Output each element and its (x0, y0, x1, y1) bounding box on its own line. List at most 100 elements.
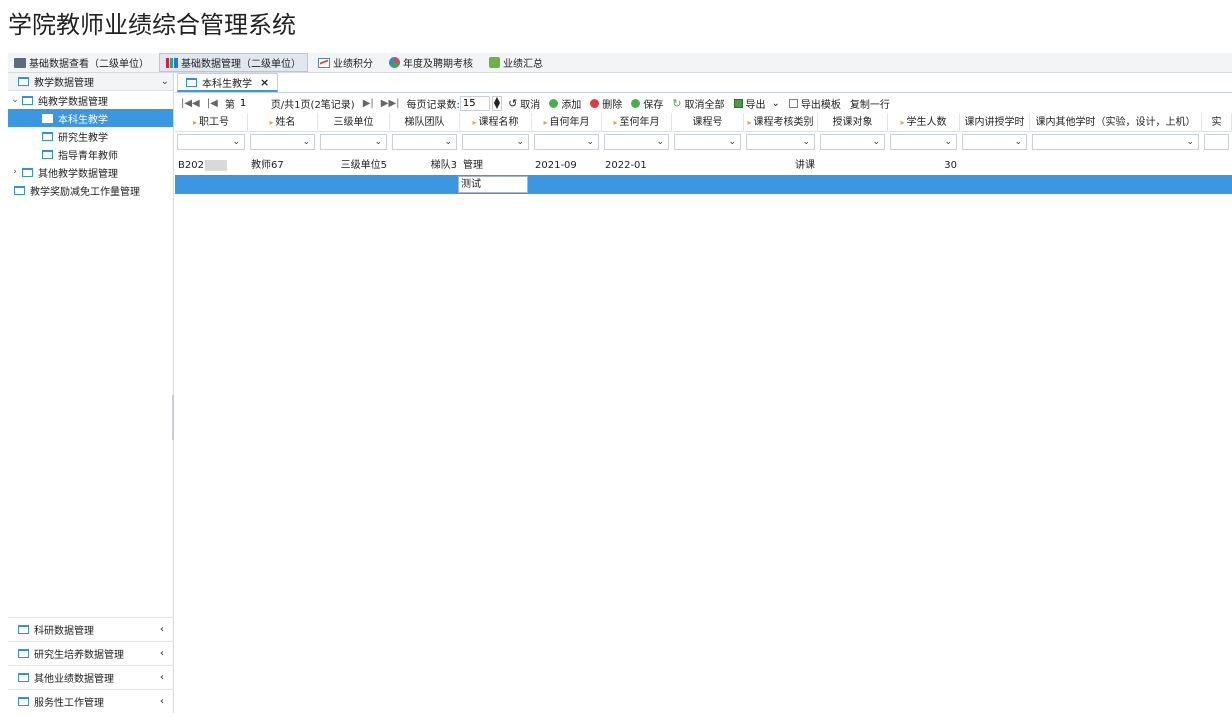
table-cell[interactable] (1202, 156, 1232, 175)
chevron-right-icon[interactable]: › (10, 167, 20, 177)
column-header[interactable]: 三级单位 (318, 113, 390, 132)
last-page-icon[interactable]: ▶▶| (381, 98, 400, 109)
puzzle-icon (489, 57, 500, 68)
tree-item-label: 指导青年教师 (58, 150, 118, 162)
filter-select[interactable]: ⌄ (250, 134, 315, 150)
export-template-button[interactable]: 导出模板 (788, 96, 841, 111)
spinner-icon[interactable]: ▲ ▼ (491, 95, 503, 111)
filter-select[interactable] (1204, 134, 1229, 150)
table-cell[interactable]: 30 (888, 156, 960, 175)
table-cell[interactable] (672, 156, 744, 175)
tree-item-guide-young-teacher[interactable]: 指导青年教师 (8, 145, 173, 163)
per-page-input[interactable] (459, 95, 490, 111)
column-header[interactable]: ▸ 姓名 (248, 113, 318, 132)
tree-item-teaching-reward[interactable]: 教学奖励减免工作量管理 (8, 181, 173, 199)
filter-select[interactable]: ⌄ (604, 134, 669, 150)
cancel-label: 取消 (520, 99, 541, 111)
required-marker-icon: ▸ (472, 118, 477, 127)
folder-icon (22, 167, 33, 177)
table-cell[interactable] (960, 156, 1030, 175)
filter-select[interactable]: ⌄ (1032, 134, 1199, 150)
page-number-input[interactable] (236, 95, 267, 111)
menu-basic-data-view[interactable]: 基础数据查看（二级单位） (8, 53, 155, 73)
table-cell[interactable]: 管理 (460, 156, 532, 175)
column-header-label: 课程考核类别 (753, 117, 814, 128)
menu-basic-data-manage[interactable]: 基础数据管理（二级单位） (159, 53, 308, 72)
menu-performance-points[interactable]: 业绩积分 (312, 53, 379, 73)
chevron-down-icon: ⌄ (944, 137, 952, 147)
sidebar-header[interactable]: 教学数据管理 ⌄ (8, 73, 173, 91)
table-cell[interactable]: 2021-09 (532, 156, 602, 175)
column-header[interactable]: ▸ 自何年月 (532, 113, 602, 132)
tree-item-pure-teaching[interactable]: ⌄ 纯教学数据管理 (8, 91, 173, 109)
add-button[interactable]: 添加 (549, 96, 581, 111)
column-header[interactable]: 课内其他学时（实验，设计，上机） (1030, 113, 1202, 132)
copy-row-button[interactable]: 复制一行 (850, 96, 890, 111)
filter-select[interactable]: ⌄ (962, 134, 1027, 150)
tree-item-grad-teaching[interactable]: 研究生教学 (8, 127, 173, 145)
column-header[interactable]: 梯队团队 (390, 113, 460, 132)
export-button[interactable]: 导出 ⌄ (733, 96, 780, 111)
filter-select[interactable]: ⌄ (320, 134, 387, 150)
column-header[interactable]: ▸ 课程考核类别 (744, 113, 818, 132)
first-page-icon[interactable]: |◀◀ (181, 98, 200, 109)
filter-select[interactable]: ⌄ (177, 134, 245, 150)
column-header[interactable]: ▸ 学生人数 (888, 113, 960, 132)
accordion-label: 服务性工作管理 (34, 698, 104, 709)
prev-page-icon[interactable]: |◀ (207, 98, 218, 109)
filter-select[interactable]: ⌄ (674, 134, 741, 150)
table-cell[interactable]: B202 (175, 156, 248, 175)
accordion-service-work[interactable]: 服务性工作管理 ‹ (8, 689, 174, 713)
table-cell[interactable]: 梯队3 (390, 156, 460, 175)
chevron-left-icon[interactable]: ‹ (160, 696, 164, 707)
filter-select[interactable]: ⌄ (820, 134, 885, 150)
delete-button[interactable]: 删除 (590, 96, 622, 111)
filter-select[interactable]: ⌄ (534, 134, 599, 150)
menu-performance-summary[interactable]: 业绩汇总 (483, 53, 549, 73)
table-cell[interactable] (1030, 156, 1202, 175)
column-header-label: 姓名 (275, 117, 296, 128)
column-header[interactable]: 授课对象 (818, 113, 888, 132)
tab-undergrad-teaching[interactable]: 本科生教学 × (177, 73, 279, 92)
column-filter: ⌄ (888, 132, 960, 152)
sidebar: 教学数据管理 ⌄ ⌄ 纯教学数据管理 本科生教学 研究生教学 指导青年教师 › … (8, 73, 174, 713)
table-cell[interactable]: 三级单位5 (318, 156, 390, 175)
column-filter: ⌄ (532, 132, 602, 152)
table-cell[interactable]: 讲课 (744, 156, 818, 175)
accordion-grad-training[interactable]: 研究生培养数据管理 ‹ (8, 641, 174, 665)
tree-item-undergrad-teaching[interactable]: 本科生教学 (8, 109, 173, 127)
column-header[interactable]: ▸ 职工号 (175, 113, 248, 132)
filter-select[interactable]: ⌄ (462, 134, 529, 150)
tree-item-other-teaching[interactable]: › 其他教学数据管理 (8, 163, 173, 181)
table-cell[interactable]: 2022-01 (602, 156, 672, 175)
table-cell[interactable] (818, 156, 888, 175)
filter-select[interactable]: ⌄ (392, 134, 457, 150)
menu-annual-assessment[interactable]: 年度及聘期考核 (383, 53, 479, 73)
filter-select[interactable]: ⌄ (746, 134, 815, 150)
chevron-left-icon[interactable]: ‹ (160, 648, 164, 659)
chevron-left-icon[interactable]: ‹ (160, 624, 164, 635)
chevron-down-icon[interactable]: ⌄ (161, 76, 169, 87)
chevron-down-icon[interactable]: ⌄ (10, 95, 20, 105)
save-button[interactable]: 保存 (631, 96, 663, 111)
filter-select[interactable]: ⌄ (890, 134, 957, 150)
panel-splitter[interactable] (172, 395, 174, 440)
page-icon (186, 77, 197, 87)
cancel-all-button[interactable]: ↻ 取消全部 (672, 96, 724, 111)
cancel-button[interactable]: ↺ 取消 (508, 96, 540, 111)
column-header[interactable]: ▸ 课程名称 (460, 113, 532, 132)
column-header-label: 学生人数 (906, 117, 947, 128)
course-name-edit-input[interactable]: 测试 (458, 176, 528, 193)
accordion-research[interactable]: 科研数据管理 ‹ (8, 617, 174, 641)
column-header[interactable]: 课内讲授学时 (960, 113, 1030, 132)
column-header[interactable]: ▸ 至何年月 (602, 113, 672, 132)
table-cell[interactable]: 教师67 (248, 156, 318, 175)
table-row-editing[interactable]: 测试 (175, 175, 1232, 194)
column-header[interactable]: 课程号 (672, 113, 744, 132)
chevron-left-icon[interactable]: ‹ (160, 672, 164, 683)
next-page-icon[interactable]: ▶| (363, 98, 374, 109)
table-row[interactable]: B202 教师67 三级单位5 梯队3 管理 2021-09 2022-01 讲课 30 (175, 156, 1232, 175)
column-header[interactable]: 实 (1202, 113, 1232, 132)
close-icon[interactable]: × (260, 76, 269, 89)
accordion-other-performance[interactable]: 其他业绩数据管理 ‹ (8, 665, 174, 689)
